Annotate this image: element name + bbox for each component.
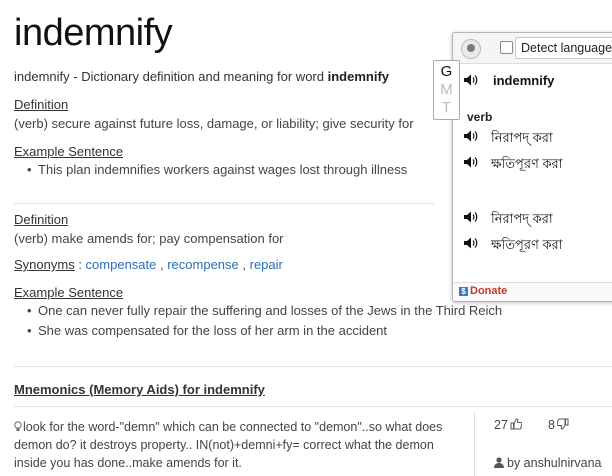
source-language-select[interactable]: Detect language [515, 37, 612, 59]
speaker-icon[interactable] [463, 73, 479, 87]
gmt-letter-t: T [441, 99, 452, 116]
vote-separator [474, 412, 475, 476]
downvote-button[interactable]: 8 [548, 418, 569, 432]
popup-footer: $ Donate [453, 282, 612, 301]
example-heading-2: Example Sentence [14, 285, 124, 300]
speaker-icon[interactable] [463, 210, 479, 224]
speaker-icon[interactable] [463, 129, 479, 143]
translator-popup: Detect language indemnify verb নিরাপদ্ ক… [452, 32, 612, 302]
synonym-link-compensate[interactable]: compensate [86, 257, 157, 272]
mnemonic-text: look for the word-"demn" which can be co… [14, 418, 454, 472]
definition-text-2: (verb) make amends for; pay compensation… [14, 231, 284, 246]
synonym-link-repair[interactable]: repair [250, 257, 283, 272]
intro-prefix: indemnify - Dictionary definition and me… [14, 69, 328, 84]
example-item: She was compensated for the loss of her … [24, 321, 502, 341]
example-item: This plan indemnifies workers against wa… [24, 160, 407, 180]
author-line: by anshulnirvana [494, 456, 602, 470]
divider [14, 366, 612, 367]
thumbs-down-icon [556, 418, 569, 430]
translation-item[interactable]: ক্ষতিপূরণ করা [491, 236, 562, 257]
example-heading-1: Example Sentence [14, 144, 124, 159]
user-icon [494, 457, 504, 468]
lightbulb-icon [14, 421, 22, 431]
synonym-link-recompense[interactable]: recompense [167, 257, 239, 272]
speaker-icon[interactable] [463, 155, 479, 169]
definition-text-1: (verb) secure against future loss, damag… [14, 116, 414, 131]
example-item: One can never fully repair the suffering… [24, 301, 502, 321]
donate-icon: $ [459, 287, 468, 296]
example-list-2: One can never fully repair the suffering… [24, 301, 502, 341]
translation-item[interactable]: নিরাপদ্ করা [491, 210, 553, 231]
author-name: by anshulnirvana [507, 456, 602, 470]
mnemonics-heading: Mnemonics (Memory Aids) for indemnify [14, 382, 265, 397]
synonyms-label: Synonyms [14, 257, 75, 272]
donate-link[interactable]: $ Donate [459, 285, 507, 297]
downvote-count: 8 [548, 418, 555, 432]
upvote-button[interactable]: 27 [494, 418, 523, 432]
example-list-1: This plan indemnifies workers against wa… [24, 160, 407, 180]
upvote-count: 27 [494, 418, 508, 432]
popup-toolbar: Detect language [453, 33, 612, 64]
detect-language-checkbox[interactable] [500, 41, 513, 54]
translation-item[interactable]: নিরাপদ্ করা [491, 129, 553, 150]
definition-heading-1: Definition [14, 97, 69, 112]
intro-word: indemnify [327, 69, 390, 84]
mnemonic-body: look for the word-"demn" which can be co… [14, 420, 443, 470]
popup-part-of-speech: verb [467, 110, 493, 124]
popup-headword: indemnify [493, 73, 555, 88]
globe-icon[interactable] [461, 39, 481, 59]
divider [14, 203, 434, 204]
page-title: indemnify [14, 12, 173, 54]
synonyms-row: Synonyms : compensate , recompense , rep… [14, 257, 283, 272]
synonyms-sep: : [74, 257, 86, 272]
gmt-tab[interactable]: G M T [433, 60, 460, 120]
intro-text: indemnify - Dictionary definition and me… [14, 69, 389, 84]
translation-item[interactable]: ক্ষতিপূরণ করা [491, 155, 562, 176]
donate-label: Donate [470, 285, 508, 297]
gmt-letter-g: G [440, 63, 453, 80]
gmt-letter-m: M [440, 81, 453, 98]
definition-heading-2: Definition [14, 212, 69, 227]
divider [14, 406, 612, 407]
speaker-icon[interactable] [463, 236, 479, 250]
thumbs-up-icon [510, 418, 523, 430]
